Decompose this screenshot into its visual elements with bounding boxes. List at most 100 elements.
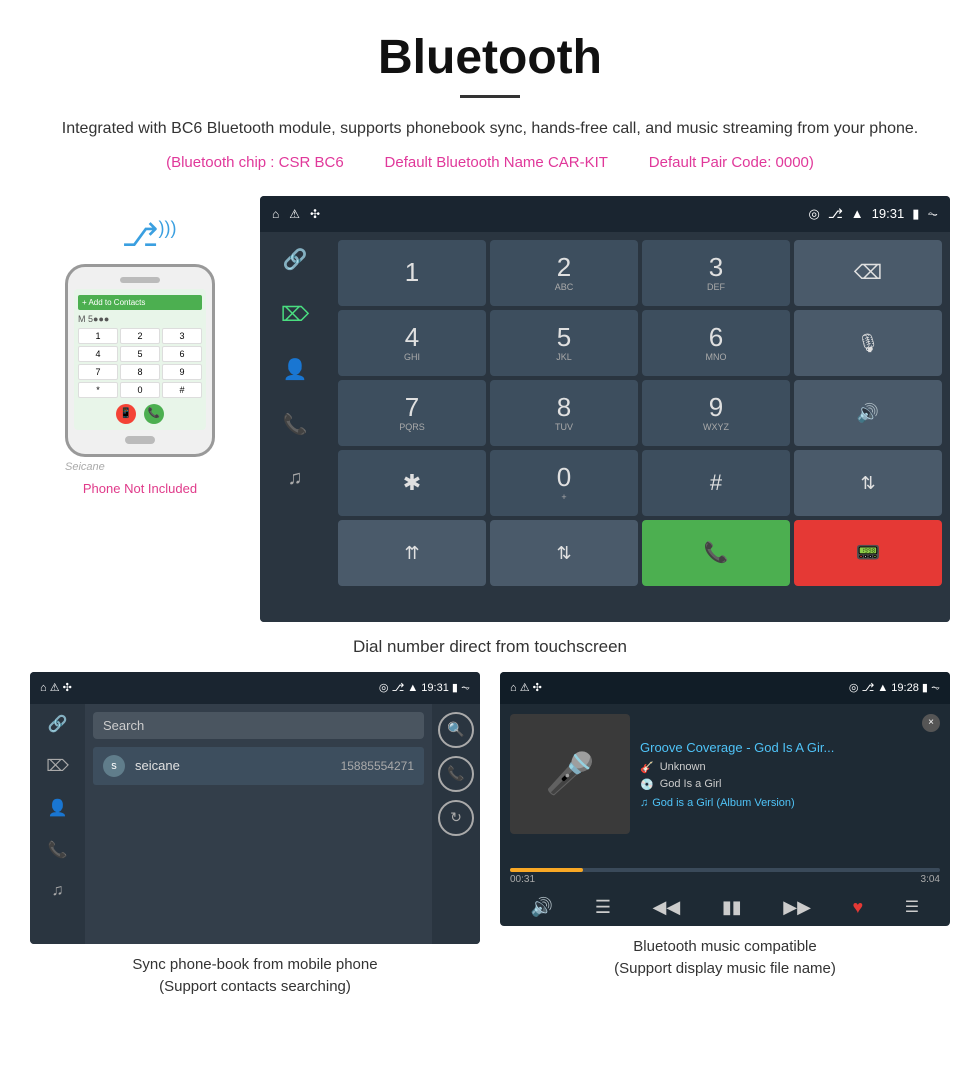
playlist-area: ♫ God is a Girl (Album Version) xyxy=(640,795,940,811)
endcall-icon: 📟 xyxy=(856,543,881,563)
pb-search-button[interactable]: 🔍 xyxy=(438,712,474,748)
phone-key-5[interactable]: 5 xyxy=(120,346,160,362)
progress-area: 00:31 3:04 xyxy=(500,864,950,889)
phone-key-star[interactable]: * xyxy=(78,382,118,398)
phonebook-caption: Sync phone-book from mobile phone (Suppo… xyxy=(30,954,480,999)
favorite-button[interactable]: ♥ xyxy=(853,897,864,918)
dial-key-merge[interactable]: ⇈ xyxy=(338,520,486,586)
dial-key-backspace[interactable]: ⌫ xyxy=(794,240,942,306)
next-track-button[interactable]: ▶▶ xyxy=(783,897,811,918)
dial-key-4[interactable]: 4 GHI xyxy=(338,310,486,376)
pb-search-field[interactable]: Search xyxy=(93,712,424,739)
music-icon[interactable]: ♫ xyxy=(288,467,303,490)
song-title: Groove Coverage - God Is A Gir... xyxy=(640,740,940,755)
pb-music-icon[interactable]: ♫ xyxy=(52,882,64,900)
phone-key-4[interactable]: 4 xyxy=(78,346,118,362)
pb-contact-name: seicane xyxy=(135,758,341,773)
music-wifi-icon: ▲ xyxy=(877,682,888,694)
dial-key-call[interactable]: 📞 xyxy=(642,520,790,586)
dial-row-4: ✱ 0 + # ⇅ xyxy=(338,450,942,516)
dial-key-endcall[interactable]: 📟 xyxy=(794,520,942,586)
dial-key-3[interactable]: 3 DEF xyxy=(642,240,790,306)
phone-home-button[interactable] xyxy=(125,436,155,444)
gps-icon: ◎ xyxy=(808,206,819,222)
phone-key-0[interactable]: 0 xyxy=(120,382,160,398)
dial-sub-3: DEF xyxy=(707,282,725,292)
volume-control-icon[interactable]: 🔊 xyxy=(531,897,553,918)
pb-warn-icon: ⚠ xyxy=(50,682,60,694)
phone-key-6[interactable]: 6 xyxy=(162,346,202,362)
back-icon[interactable]: ⏦ xyxy=(927,206,938,222)
phone-key-2[interactable]: 2 xyxy=(120,328,160,344)
pb-bt-icon: ⎇ xyxy=(392,682,405,694)
music-close-button[interactable]: × xyxy=(922,714,940,732)
hold-icon: ⇅ xyxy=(556,544,571,562)
android-main-body: 🔗 ⌦ 👤 📞 ♫ 1 2 ABC xyxy=(260,232,950,622)
progress-bar-background[interactable] xyxy=(510,868,940,872)
home-icon: ⌂ xyxy=(272,207,279,221)
dial-key-7[interactable]: 7 PQRS xyxy=(338,380,486,446)
phone-call-button[interactable]: 📞 xyxy=(144,404,164,424)
dial-key-5[interactable]: 5 JKL xyxy=(490,310,638,376)
dial-key-8[interactable]: 8 TUV xyxy=(490,380,638,446)
link-icon[interactable]: 🔗 xyxy=(283,247,308,272)
dial-num-6: 6 xyxy=(709,324,723,350)
bluetooth-icon: ⎇ xyxy=(122,217,159,253)
pb-contacts-icon-active[interactable]: 👤 xyxy=(48,798,68,818)
dial-key-2[interactable]: 2 ABC xyxy=(490,240,638,306)
dial-key-hold[interactable]: ⇅ xyxy=(490,520,638,586)
dial-key-6[interactable]: 6 MNO xyxy=(642,310,790,376)
phone-key-9[interactable]: 9 xyxy=(162,364,202,380)
pb-home-icon: ⌂ xyxy=(40,682,47,694)
dial-key-mute[interactable]: 🎙 xyxy=(794,310,942,376)
dial-key-swap[interactable]: ⇅ xyxy=(794,450,942,516)
music-controls: 🔊 ☰ ◀◀ ▮▮ ▶▶ ♥ ☰ xyxy=(500,889,950,926)
seicane-watermark: Seicane xyxy=(65,461,215,473)
dial-key-volume[interactable]: 🔊 xyxy=(794,380,942,446)
spec-code: Default Pair Code: 0000) xyxy=(649,154,814,171)
phone-key-3[interactable]: 3 xyxy=(162,328,202,344)
pb-call-button[interactable]: 📞 xyxy=(438,756,474,792)
play-pause-button[interactable]: ▮▮ xyxy=(722,897,742,918)
wifi-icon: ▲ xyxy=(851,206,864,221)
pb-refresh-button[interactable]: ↻ xyxy=(438,800,474,836)
pb-link-icon[interactable]: 🔗 xyxy=(48,714,68,734)
dial-key-star[interactable]: ✱ xyxy=(338,450,486,516)
prev-track-button[interactable]: ◀◀ xyxy=(653,897,681,918)
phone-key-8[interactable]: 8 xyxy=(120,364,160,380)
contacts-icon[interactable]: 👤 xyxy=(283,357,308,382)
calls-icon[interactable]: 📞 xyxy=(283,412,308,437)
pb-contact-row[interactable]: s seicane 15885554271 xyxy=(93,747,424,785)
statusbar-left-icons: ⌂ ⚠ ✣ xyxy=(272,207,320,221)
dial-key-1[interactable]: 1 xyxy=(338,240,486,306)
dialpad-icon[interactable]: ⌦ xyxy=(281,302,309,327)
star-key: ✱ xyxy=(403,472,421,494)
pb-dialpad-icon[interactable]: ⌦ xyxy=(46,756,69,776)
phone-key-1[interactable]: 1 xyxy=(78,328,118,344)
dial-key-9[interactable]: 9 WXYZ xyxy=(642,380,790,446)
music-gps-icon: ◎ xyxy=(849,682,859,694)
phone-key-hash[interactable]: # xyxy=(162,382,202,398)
pb-calls-icon[interactable]: 📞 xyxy=(48,840,68,860)
phone-key-7[interactable]: 7 xyxy=(78,364,118,380)
pb-content-area: Search s seicane 15885554271 xyxy=(85,704,432,944)
dial-sub-6: MNO xyxy=(706,352,727,362)
dial-row-1: 1 2 ABC 3 DEF ⌫ xyxy=(338,240,942,306)
phone-dialpad: 1 2 3 4 5 6 7 8 9 * 0 # xyxy=(78,328,202,398)
pb-back-icon[interactable]: ⏦ xyxy=(461,682,470,694)
equalizer-icon[interactable]: ☰ xyxy=(595,897,611,918)
phone-aside: ⎇ ))) + Add to Contacts M 5●●● 1 2 3 4 5… xyxy=(30,196,250,496)
music-back-icon[interactable]: ⏦ xyxy=(931,682,940,694)
artist-icon: 🎸 xyxy=(640,761,654,774)
playlist-button[interactable]: ☰ xyxy=(905,897,919,917)
dial-key-0[interactable]: 0 + xyxy=(490,450,638,516)
phone-end-button[interactable]: 📱 xyxy=(116,404,136,424)
phone-body: + Add to Contacts M 5●●● 1 2 3 4 5 6 7 8… xyxy=(65,264,215,457)
battery-icon: ▮ xyxy=(912,206,919,222)
music-battery-icon: ▮ xyxy=(922,682,928,694)
dial-key-hash[interactable]: # xyxy=(642,450,790,516)
android-head-unit-screenshot: ⌂ ⚠ ✣ ◎ ⎇ ▲ 19:31 ▮ ⏦ 🔗 ⌦ 👤 📞 ♫ xyxy=(260,196,950,622)
dial-sub-5: JKL xyxy=(556,352,572,362)
main-device-area: ⎇ ))) + Add to Contacts M 5●●● 1 2 3 4 5… xyxy=(0,196,980,622)
dial-sub-8: TUV xyxy=(555,422,573,432)
